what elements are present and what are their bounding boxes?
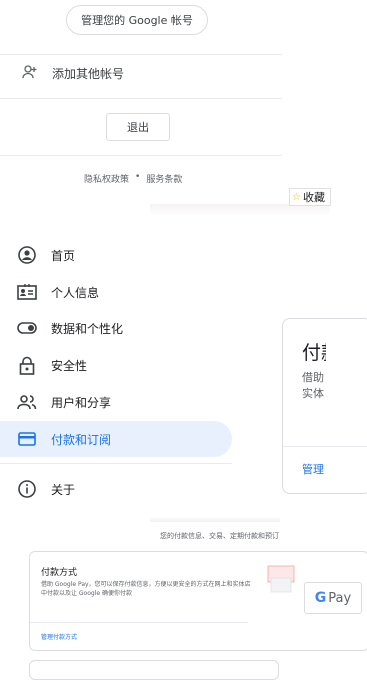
bookmark-button[interactable]: ☆ 收藏: [289, 188, 331, 206]
nav-item-security[interactable]: 安全性: [0, 347, 232, 383]
payment-methods-description: 借助 Google Pay，您可以保存付款信息，方便以更安全的方式在网上和实体店…: [41, 581, 251, 597]
add-account-button[interactable]: 添加其他帐号: [22, 65, 124, 82]
nav-label: 数据和个性化: [51, 321, 124, 336]
nav-divider: [0, 463, 232, 464]
card-divider: [283, 446, 367, 447]
gpay-label: Pay: [328, 590, 352, 606]
nav-label: 用户和分享: [51, 395, 112, 410]
nav-item-data-privacy[interactable]: 数据和个性化: [0, 310, 232, 346]
divider: [0, 155, 282, 156]
terms-link[interactable]: 服务条款: [146, 172, 182, 185]
manage-payment-methods-link[interactable]: 管理付款方式: [41, 632, 77, 641]
card-title: 付款: [302, 342, 326, 364]
credit-card-icon: [17, 429, 37, 449]
faded-heading: [150, 516, 280, 522]
payments-subtitle: 您的付款信息、交易、定期付款和预订: [160, 532, 279, 540]
card-divider: [30, 622, 248, 623]
next-card: [29, 660, 279, 680]
payment-methods-title: 付款方式: [41, 568, 78, 578]
info-icon: [17, 479, 37, 499]
manage-google-account-button[interactable]: 管理您的 Google 帐号: [66, 5, 208, 35]
people-icon: [17, 392, 37, 412]
star-icon: ☆: [292, 191, 301, 203]
privacy-link[interactable]: 隐私权政策: [84, 172, 129, 185]
nav-label: 安全性: [51, 358, 88, 373]
nav-label: 个人信息: [51, 285, 100, 300]
nav-item-people-sharing[interactable]: 用户和分享: [0, 384, 232, 420]
google-g-icon: G: [314, 590, 327, 606]
nav-item-about[interactable]: 关于: [0, 471, 232, 507]
footer-links: 隐私权政策 • 服务条款: [84, 172, 182, 185]
card-illustration: [266, 556, 296, 596]
nav-item-home[interactable]: 首页: [0, 237, 232, 273]
nav-item-payments-subscriptions[interactable]: 付款和订阅: [0, 421, 232, 457]
separator-dot: •: [135, 172, 141, 182]
divider: [0, 98, 282, 99]
add-account-label: 添加其他帐号: [52, 67, 125, 81]
card-description: 借助 实体: [302, 371, 324, 400]
divider: [0, 54, 282, 55]
id-card-icon: [17, 282, 37, 302]
person-add-icon: [22, 65, 38, 82]
nav-item-personal-info[interactable]: 个人信息: [0, 274, 232, 310]
nav-label: 首页: [51, 248, 76, 263]
account-circle-icon: [17, 245, 37, 265]
nav-label: 关于: [51, 482, 76, 497]
sign-out-button[interactable]: 退出: [106, 113, 170, 141]
google-pay-logo: G Pay: [304, 582, 362, 614]
lock-icon: [17, 355, 37, 375]
nav-label: 付款和订阅: [51, 432, 112, 447]
manage-link[interactable]: 管理: [302, 461, 324, 477]
bookmark-label: 收藏: [302, 191, 325, 204]
toggle-icon: [17, 318, 37, 338]
